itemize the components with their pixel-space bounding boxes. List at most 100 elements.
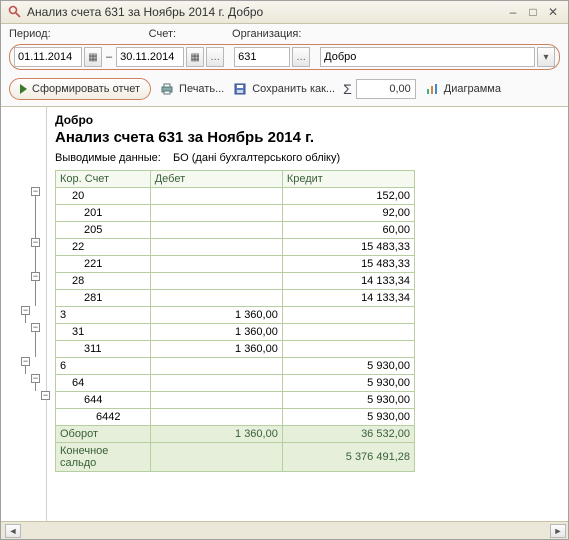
cell-debit [150,392,282,409]
table-total-row: Оборот1 360,0036 532,00 [56,426,415,443]
tree-toggle[interactable]: − [41,391,50,400]
cell-credit: 14 133,34 [282,290,414,307]
cell-account: 221 [56,256,151,273]
date-to-picker-icon[interactable]: ▦ [186,47,204,67]
cell-debit [150,358,282,375]
chart-label: Диаграмма [444,83,501,95]
date-range-dash: – [104,51,114,63]
maximize-button[interactable]: □ [524,4,542,20]
table-header-row: Кор. Счет Дебет Кредит [56,171,415,188]
tree-toggle[interactable]: − [31,238,40,247]
table-total-row: Конечное сальдо5 376 491,28 [56,443,415,472]
cell-account: 6442 [56,409,151,426]
table-row[interactable]: 20192,00 [56,205,415,222]
cell-account: 28 [56,273,151,290]
horizontal-scrollbar[interactable]: ◄ ► [1,521,568,539]
table-row[interactable]: 311 360,00 [56,324,415,341]
table-row[interactable]: 6 5 930,00 [56,358,415,375]
cell-debit [150,205,282,222]
tree-toggle[interactable]: − [31,323,40,332]
subtitle-value: БО (дані бухгалтерського обліку) [173,152,340,164]
cell-credit: 60,00 [282,222,414,239]
chart-button[interactable]: Диаграмма [424,81,501,97]
cell-debit [150,375,282,392]
cell-account: 31 [56,324,151,341]
printer-icon [159,81,175,97]
scroll-left-icon[interactable]: ◄ [5,524,21,538]
report-table: Кор. Счет Дебет Кредит 20152,0020192,002… [55,170,415,472]
cell-credit: 5 930,00 [282,409,414,426]
table-row[interactable]: 2215 483,33 [56,239,415,256]
tree-toggle[interactable]: − [31,272,40,281]
save-icon [232,81,248,97]
print-button[interactable]: Печать... [159,81,224,97]
date-from-picker-icon[interactable]: ▦ [84,47,102,67]
cell-account: 20 [56,188,151,205]
table-row[interactable]: 6442 5 930,00 [56,409,415,426]
chart-icon [424,81,440,97]
cell-credit: 5 930,00 [282,358,414,375]
cell-debit [150,188,282,205]
save-as-button[interactable]: Сохранить как... [232,81,335,97]
period-label: Период: [9,28,51,40]
tree-toggle[interactable]: − [31,374,40,383]
minimize-button[interactable]: – [504,4,522,20]
toolbar: Сформировать отчет Печать... Сохранить к… [1,74,568,107]
cell-credit: 14 133,34 [282,273,414,290]
filter-inputs: ▦ – ▦ … … ▾ [1,44,568,74]
cell-debit [150,409,282,426]
report-title: Анализ счета 631 за Ноябрь 2014 г. [55,129,560,146]
col-account: Кор. Счет [56,171,151,188]
table-row[interactable]: 28 14 133,34 [56,273,415,290]
print-label: Печать... [179,83,224,95]
save-as-label: Сохранить как... [252,83,335,95]
cell-credit: 152,00 [282,188,414,205]
table-row[interactable]: 20560,00 [56,222,415,239]
date-from-input[interactable] [14,47,82,67]
cell-debit [150,273,282,290]
org-label: Организация: [232,28,301,40]
account-dots-icon[interactable]: … [292,47,310,67]
close-button[interactable]: ✕ [544,4,562,20]
cell-total-credit: 36 532,00 [282,426,414,443]
cell-debit: 1 360,00 [150,324,282,341]
table-row[interactable]: 6445 930,00 [56,392,415,409]
tree-toggle[interactable]: − [31,187,40,196]
tree-line [25,315,26,323]
organization-input[interactable] [320,47,535,67]
cell-total-debit [150,443,282,472]
filter-bar: Период: Счет: Организация: [1,24,568,44]
cell-account: 311 [56,341,151,358]
cell-account: 64 [56,375,151,392]
tree-gutter: − − − − − − − − [1,107,47,521]
report-area: − − − − − − − − Добро Анализ счета 631 з… [1,107,568,521]
cell-debit: 1 360,00 [150,341,282,358]
col-debit: Дебет [150,171,282,188]
table-row[interactable]: 20 152,00 [56,188,415,205]
table-row[interactable]: 22115 483,33 [56,256,415,273]
table-row[interactable]: 31 360,00 [56,307,415,324]
scroll-right-icon[interactable]: ► [550,524,566,538]
tree-toggle[interactable]: − [21,357,30,366]
cell-account: 6 [56,358,151,375]
cell-total-label: Оборот [56,426,151,443]
table-row[interactable]: 28114 133,34 [56,290,415,307]
account-input[interactable] [234,47,290,67]
table-row[interactable]: 3111 360,00 [56,341,415,358]
cell-total-debit: 1 360,00 [150,426,282,443]
form-report-button[interactable]: Сформировать отчет [9,78,151,100]
cell-debit [150,290,282,307]
cell-debit [150,256,282,273]
cell-debit [150,239,282,256]
cell-credit: 5 930,00 [282,375,414,392]
cell-credit: 15 483,33 [282,239,414,256]
tree-toggle[interactable]: − [21,306,30,315]
cell-credit [282,324,414,341]
table-row[interactable]: 64 5 930,00 [56,375,415,392]
org-dropdown-icon[interactable]: ▾ [537,47,555,67]
date-to-input[interactable] [116,47,184,67]
tree-line [25,366,26,374]
col-credit: Кредит [282,171,414,188]
titlebar: Анализ счета 631 за Ноябрь 2014 г. Добро… [1,1,568,24]
period-dots-icon[interactable]: … [206,47,224,67]
